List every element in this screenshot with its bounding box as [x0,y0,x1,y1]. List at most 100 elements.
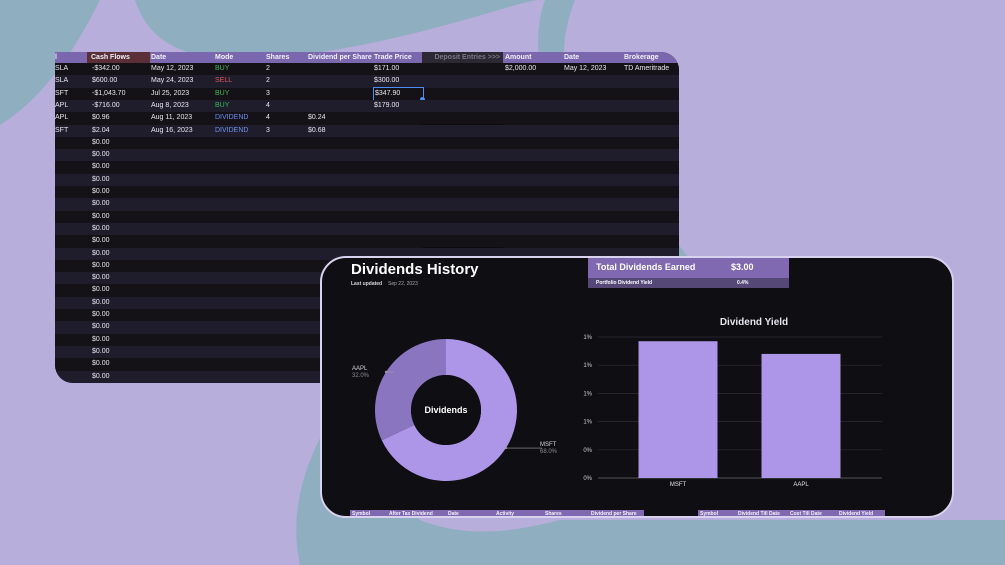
cell-cash-flow[interactable]: -$1,043.70 [92,88,125,100]
cell-cash-flow[interactable]: $0.00 [92,334,110,346]
table-row[interactable] [55,99,679,113]
cell-cash-flow[interactable]: $0.00 [92,260,110,272]
cell-mode[interactable]: SELL [215,75,232,87]
cell-trade-price[interactable]: $171.00 [374,63,399,75]
header-symbol[interactable]: l [55,52,87,63]
cell-symbol[interactable]: SFT [55,125,68,137]
header-deposit-entries[interactable]: Deposit Entries >>> [422,52,503,63]
cell-symbol[interactable]: SFT [55,88,68,100]
cell-symbol[interactable]: APL [55,100,68,112]
cell-symbol[interactable]: SLA [55,75,68,87]
cell-cash-flow[interactable]: $600.00 [92,75,117,87]
column-header[interactable]: Shares [545,511,562,516]
bottom-left-table-header: Symbol After Tax Dividend Date Activity Shar… [350,510,644,516]
cell-cash-flow[interactable]: $0.00 [92,186,110,198]
header-dividend-per-share[interactable]: Dividend per Share [308,52,372,63]
table-row[interactable] [55,235,679,248]
cell-mode[interactable]: BUY [215,88,229,100]
cell-cash-flow[interactable]: $0.00 [92,297,110,309]
header-mode[interactable]: Mode [215,52,233,63]
cell-cash-flow[interactable]: $0.00 [92,174,110,186]
cell-cash-flow[interactable]: $0.00 [92,137,110,149]
cell-date[interactable]: May 12, 2023 [151,63,193,75]
cell-cash-flow[interactable]: $0.00 [92,371,110,383]
x-category-label: AAPL [793,482,809,488]
column-header[interactable]: Activity [496,511,514,516]
cell-cash-flow[interactable]: $0.00 [92,358,110,370]
cell-symbol[interactable]: APL [55,112,68,124]
header-shares[interactable]: Shares [266,52,289,63]
cell-mode[interactable]: BUY [215,100,229,112]
cell-date[interactable]: May 24, 2023 [151,75,193,87]
cell-cash-flow[interactable]: $0.00 [92,161,110,173]
bar-aapl[interactable] [761,353,841,478]
column-header[interactable]: Cost Till Date [790,511,822,516]
table-row[interactable] [55,173,679,186]
table-row[interactable] [55,198,679,211]
column-header[interactable]: Dividend Till Date [738,511,780,516]
header-deposit-date[interactable]: Date [564,52,579,63]
column-header[interactable]: Dividend Yield [839,511,873,516]
table-row[interactable] [55,112,679,125]
cell-cash-flow[interactable]: $0.00 [92,223,110,235]
table-row[interactable] [55,161,679,174]
cell-date[interactable]: Jul 25, 2023 [151,88,189,100]
table-row[interactable] [55,124,679,137]
cell-mode[interactable]: DIVIDEND [215,112,248,124]
cell-cash-flow[interactable]: $0.00 [92,272,110,284]
x-category-label: MSFT [670,482,687,488]
table-row[interactable] [55,136,679,150]
cell-cash-flow[interactable]: $0.00 [92,309,110,321]
header-date[interactable]: Date [151,52,166,63]
table-row[interactable] [55,75,679,88]
cell-cash-flow[interactable]: -$716.00 [92,100,120,112]
cell-cash-flow[interactable]: $0.00 [92,346,110,358]
header-amount[interactable]: Amount [505,52,531,63]
cell-trade-price[interactable]: $347.90 [373,86,424,101]
dividend-yield-bar-chart[interactable]: Dividend Yield 0% 0% 1% 1% 1% 1% MSFT AAPL [322,258,954,508]
cell-cash-flow[interactable]: -$342.00 [92,63,120,75]
cell-deposit-date[interactable]: May 12, 2023 [564,63,606,75]
cell-shares[interactable]: 2 [266,75,270,87]
cell-cash-flow[interactable]: $0.96 [92,112,110,124]
cell-shares[interactable]: 2 [266,63,270,75]
table-row[interactable] [55,87,679,100]
cell-shares[interactable]: 4 [266,100,270,112]
header-cash-flows[interactable]: Cash Flows [87,52,150,63]
column-header[interactable]: Dividend per Share [591,511,637,516]
cell-shares[interactable]: 3 [266,88,270,100]
column-header[interactable]: Symbol [700,511,718,516]
cell-cash-flow[interactable]: $0.00 [92,248,110,260]
cell-cash-flow[interactable]: $0.00 [92,149,110,161]
cell-deposit-brokerage[interactable]: TD Ameritrade [624,63,669,75]
cell-trade-price[interactable]: $179.00 [374,100,399,112]
cell-dividend-per-share[interactable]: $0.68 [308,125,326,137]
column-header[interactable]: Date [448,511,459,516]
cell-shares[interactable]: 3 [266,125,270,137]
cell-trade-price[interactable]: $300.00 [374,75,399,87]
cell-cash-flow[interactable]: $0.00 [92,211,110,223]
header-brokerage[interactable]: Brokerage [624,52,659,63]
cell-cash-flow[interactable]: $2.04 [92,125,110,137]
cell-cash-flow[interactable]: $0.00 [92,198,110,210]
table-row[interactable] [55,222,679,236]
cell-date[interactable]: Aug 16, 2023 [151,125,193,137]
cell-shares[interactable]: 4 [266,112,270,124]
cell-mode[interactable]: BUY [215,63,229,75]
column-header[interactable]: Symbol [352,511,370,516]
cell-mode[interactable]: DIVIDEND [215,125,248,137]
cell-cash-flow[interactable]: $0.00 [92,284,110,296]
cell-dividend-per-share[interactable]: $0.24 [308,112,326,124]
cell-date[interactable]: Aug 8, 2023 [151,100,189,112]
cell-cash-flow[interactable]: $0.00 [92,235,110,247]
header-trade-price[interactable]: Trade Price [374,52,412,63]
table-row[interactable] [55,186,679,199]
table-row[interactable] [55,149,679,162]
bar-msft[interactable] [638,341,718,478]
cell-date[interactable]: Aug 11, 2023 [151,112,192,124]
column-header[interactable]: After Tax Dividend [389,511,433,516]
table-row[interactable] [55,210,679,223]
cell-cash-flow[interactable]: $0.00 [92,321,110,333]
cell-deposit-amount[interactable]: $2,000.00 [505,63,536,75]
cell-symbol[interactable]: SLA [55,63,68,75]
